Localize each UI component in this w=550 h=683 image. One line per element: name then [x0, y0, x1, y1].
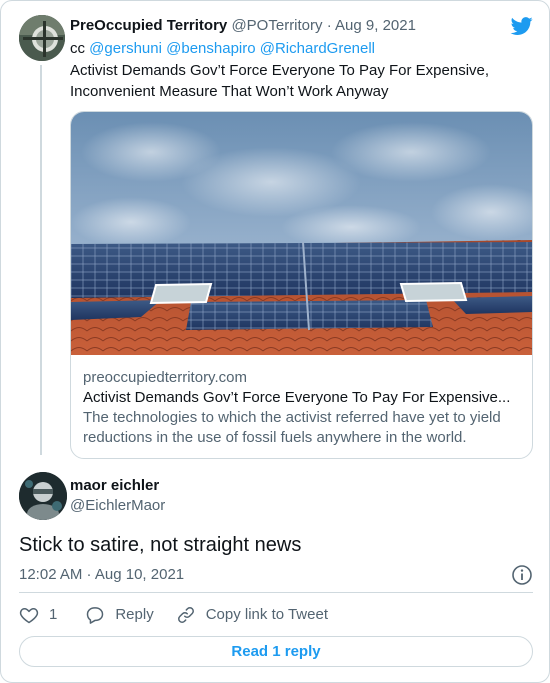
quoted-tweet-text: Activist Demands Gov’t Force Everyone To… [70, 62, 490, 100]
heart-icon [19, 608, 39, 624]
read-replies-button[interactable]: Read 1 reply [19, 636, 533, 667]
like-button[interactable]: 1 [19, 605, 57, 625]
copy-link-button[interactable]: Copy link to Tweet [176, 605, 328, 625]
solar-panels-roof-photo [71, 112, 532, 355]
quoted-tweet-header: PreOccupied Territory @POTerritory · Aug… [70, 17, 416, 35]
link-icon [177, 607, 194, 623]
cc-label: cc [70, 40, 85, 57]
mention-link[interactable]: @benshapiro [166, 40, 255, 57]
tweet-text: Stick to satire, not straight news [19, 534, 302, 556]
author-name[interactable]: maor eichler [70, 477, 159, 495]
info-icon[interactable] [511, 564, 533, 586]
quoted-tweet-mentions: cc @gershuni @benshapiro @RichardGrenell [70, 39, 375, 59]
author-handle[interactable]: @EichlerMaor [70, 497, 165, 515]
link-preview-card[interactable]: preoccupiedterritory.com Activist Demand… [70, 111, 533, 459]
tweet-timestamp[interactable]: 12:02 AM · Aug 10, 2021 [19, 566, 184, 584]
link-preview-body: preoccupiedterritory.com Activist Demand… [83, 368, 520, 448]
divider [19, 592, 533, 593]
reply-button[interactable]: Reply [85, 605, 154, 625]
link-domain: preoccupiedterritory.com [83, 369, 247, 386]
link-title: Activist Demands Gov’t Force Everyone To… [83, 389, 511, 406]
thread-connector-line [40, 65, 42, 455]
avatar-image [19, 472, 67, 520]
twitter-bird-icon[interactable] [510, 15, 534, 37]
mention-link[interactable]: @gershuni [89, 40, 162, 57]
reply-bubble-icon [87, 607, 104, 624]
tweet-actions: 1 Reply Copy link to Tweet [19, 604, 328, 626]
link-description: The technologies to which the activist r… [83, 409, 501, 446]
quoted-author-avatar[interactable] [19, 15, 65, 61]
author-avatar[interactable] [19, 472, 67, 520]
copy-link-label: Copy link to Tweet [205, 606, 328, 623]
quoted-author-name[interactable]: PreOccupied Territory [70, 17, 227, 34]
embedded-tweet-card: PreOccupied Territory @POTerritory · Aug… [0, 0, 550, 683]
header-separator: · [326, 17, 332, 34]
mention-link[interactable]: @RichardGrenell [260, 40, 375, 57]
like-count: 1 [49, 606, 58, 623]
quoted-author-handle[interactable]: @POTerritory [231, 17, 322, 34]
avatar-image [19, 15, 65, 61]
quoted-tweet-date[interactable]: Aug 9, 2021 [335, 17, 416, 34]
reply-label: Reply [115, 606, 154, 623]
